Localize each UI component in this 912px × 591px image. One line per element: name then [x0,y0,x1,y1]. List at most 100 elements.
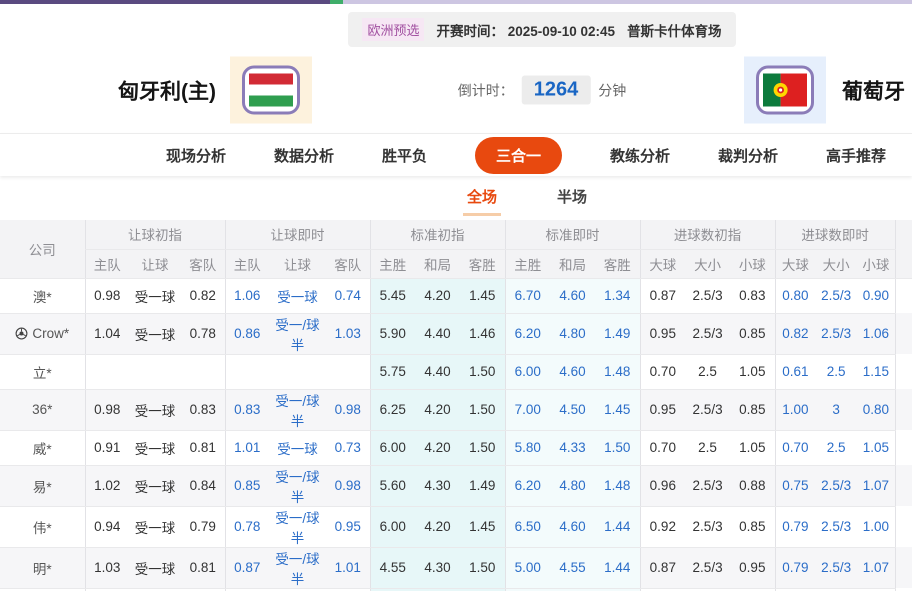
kickoff-time: 开赛时间： 2025-09-10 02:45 [436,20,615,40]
odds-cell-std_initial-1: 4.20 [415,389,461,431]
odds-cell-std_live-2: 1.48 [595,354,641,390]
odds-cell-handicap_initial-2: 0.84 [181,465,226,507]
odds-cell-handicap_live-0: 0.78 [224,506,270,548]
odds-cell-goals_live-2: 1.06 [857,313,896,355]
odds-cell-handicap_initial-1 [129,354,181,390]
odds-cell-handicap_initial-0: 1.04 [84,313,129,355]
odds-cell-std_initial-0: 4.55 [369,547,416,589]
odds-cell-std_live-1: 4.55 [550,547,596,589]
odds-cell-handicap_live-0 [224,354,270,390]
odds-cell-handicap_live-1: 受一球 [269,278,327,314]
top-progress-line [0,0,912,4]
company-cell[interactable]: 明* [0,547,85,589]
odds-row-3: 36* 0.98 受一球 0.83 0.83 受一/球半 0.98 6.25 4.20 1.50 7… [0,389,912,431]
odds-cell-std_live-2: 1.49 [595,313,641,355]
odds-cell-handicap_live-1: 受一球 [269,430,327,466]
table-edge-strip-cell [894,506,912,547]
sub-header-goals_initial-0: 大球 [639,249,686,279]
sub-header-goals_initial-1: 大小 [685,249,731,279]
odds-cell-std_initial-1: 4.30 [415,547,461,589]
odds-cell-handicap_initial-2: 0.78 [181,313,226,355]
nav-tab-live-analysis[interactable]: 现场分析 [166,145,226,166]
odds-cell-std_initial-2: 1.46 [460,313,506,355]
odds-cell-std_live-0: 6.00 [504,354,551,390]
odds-cell-goals_initial-1: 2.5/3 [685,465,731,507]
odds-cell-std_initial-2: 1.50 [460,430,506,466]
countdown: 倒计时： 1264 分钟 [458,75,627,105]
odds-cell-std_live-0: 5.80 [504,430,551,466]
odds-cell-goals_live-2: 1.07 [857,547,896,589]
company-name: 伟* [32,520,52,536]
table-edge-strip-cell [894,354,912,389]
sub-tab-half-match[interactable]: 半场 [553,180,591,216]
odds-cell-goals_live-0: 0.80 [774,278,816,314]
odds-row-1: Crow* 1.04 受一球 0.78 0.86 受一/球半 1.03 5.90 4.40 1.4… [0,313,912,355]
company-cell[interactable]: 伟* [0,506,85,548]
nav-tab-win-draw-loss[interactable]: 胜平负 [382,145,427,166]
match-header: 匈牙利(主) 倒计时： 1264 分钟 葡萄牙 [0,47,912,133]
odds-table-head: 公司 让球初指 让球即时 标准初指 标准即时 进球数初指 进球数即时 主队 让球 客队 主队 让球 客队… [0,220,912,279]
odds-cell-handicap_live-1: 受一/球半 [269,389,327,431]
nav-tab-expert-picks[interactable]: 高手推荐 [826,145,886,166]
table-edge-strip-cell [894,547,912,588]
group-header-handicap_live: 让球即时 [224,220,371,250]
odds-cell-goals_live-2: 0.90 [857,278,896,314]
company-name: Crow* [32,326,70,341]
company-cell[interactable]: Crow* [0,313,85,355]
odds-cell-handicap_initial-0: 0.98 [84,389,129,431]
nav-tab-referee-analysis[interactable]: 裁判分析 [718,145,778,166]
odds-cell-handicap_initial-1: 受一球 [129,547,181,589]
odds-cell-goals_initial-2: 0.95 [730,547,776,589]
odds-cell-handicap_live-0: 1.06 [224,278,270,314]
odds-cell-std_live-2: 1.34 [595,278,641,314]
odds-cell-handicap_live-0: 0.85 [224,465,270,507]
odds-cell-handicap_live-1: 受一/球半 [269,465,327,507]
odds-cell-goals_live-2: 1.07 [857,465,896,507]
odds-cell-handicap_initial-1: 受一球 [129,430,181,466]
odds-cell-handicap_live-2 [326,354,371,390]
match-info-bar: 欧洲预选 开赛时间： 2025-09-10 02:45 普斯卡什体育场 [86,12,912,47]
league-tag: 欧洲预选 [362,18,425,41]
sub-header-std_initial-0: 主胜 [369,249,416,279]
company-cell[interactable]: 36* [0,389,85,431]
company-name: 明* [32,561,52,577]
odds-cell-goals_live-2: 1.00 [857,506,896,548]
home-team-name: 匈牙利(主) [118,80,216,103]
company-cell[interactable]: 立* [0,354,85,390]
odds-cell-handicap_initial-0: 0.98 [84,278,129,314]
odds-cell-std_initial-0: 5.45 [369,278,416,314]
odds-cell-goals_initial-2: 0.85 [730,506,776,548]
odds-cell-goals_live-2: 0.80 [857,389,896,431]
portugal-flag-icon [756,65,814,115]
countdown-unit: 分钟 [598,82,627,98]
company-cell[interactable]: 澳* [0,278,85,314]
odds-cell-handicap_initial-2: 0.79 [181,506,226,548]
odds-cell-std_initial-1: 4.40 [415,354,461,390]
odds-cell-goals_initial-2: 0.88 [730,465,776,507]
nav-tab-data-analysis[interactable]: 数据分析 [274,145,334,166]
nav-tabs: 现场分析 数据分析 胜平负 三合一 教练分析 裁判分析 高手推荐 [166,136,886,174]
company-cell[interactable]: 易* [0,465,85,507]
odds-cell-handicap_initial-0: 0.94 [84,506,129,548]
company-cell[interactable]: 威* [0,430,85,466]
group-header-goals_initial: 进球数初指 [639,220,776,250]
nav-tab-three-in-one[interactable]: 三合一 [474,136,562,174]
odds-cell-handicap_live-0: 0.87 [224,547,270,589]
odds-cell-goals_live-0: 0.79 [774,506,816,548]
odds-cell-std_initial-0: 6.00 [369,506,416,548]
odds-cell-handicap_live-2: 0.74 [326,278,371,314]
odds-cell-goals_live-0: 0.79 [774,547,816,589]
odds-cell-goals_live-1: 2.5/3 [815,547,858,589]
odds-cell-std_live-0: 7.00 [504,389,551,431]
odds-table-body: 澳* 0.98 受一球 0.82 1.06 受一球 0.74 5.45 4.20 1.45 6.70… [0,278,912,591]
odds-cell-handicap_initial-1: 受一球 [129,278,181,314]
odds-cell-handicap_initial-2 [181,354,226,390]
odds-cell-handicap_live-1: 受一/球半 [269,506,327,548]
sub-tab-full-match[interactable]: 全场 [462,180,501,216]
odds-cell-goals_initial-0: 0.87 [639,547,686,589]
nav-tab-coach-analysis[interactable]: 教练分析 [610,145,670,166]
odds-cell-std_live-1: 4.80 [550,313,596,355]
odds-table: 公司 让球初指 让球即时 标准初指 标准即时 进球数初指 进球数即时 主队 让球 客队 主队 让球 客队… [0,220,912,591]
sub-header-std_initial-2: 客胜 [460,249,506,279]
sub-header-handicap_live-1: 让球 [269,249,327,279]
